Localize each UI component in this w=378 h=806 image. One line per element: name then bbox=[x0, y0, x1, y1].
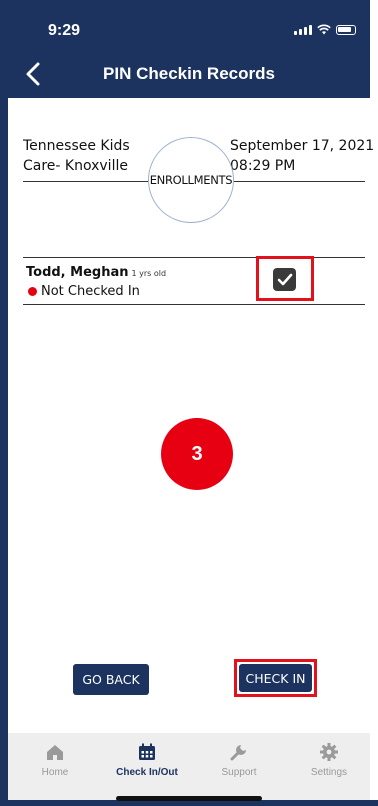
status-icons bbox=[294, 24, 356, 35]
row-bottom-divider bbox=[23, 304, 365, 305]
enrollments-circle[interactable]: ENROLLMENTS bbox=[148, 137, 234, 223]
tab-bar: Home Check In/Out Support Settings bbox=[8, 733, 370, 800]
enrollments-label: ENROLLMENTS bbox=[149, 173, 233, 187]
tab-home[interactable]: Home bbox=[20, 741, 90, 778]
check-in-button[interactable]: CHECK IN bbox=[239, 664, 312, 692]
checkmark-icon bbox=[277, 273, 292, 285]
wrench-icon bbox=[230, 745, 246, 761]
signal-icon bbox=[294, 25, 312, 35]
device-frame bbox=[0, 0, 378, 806]
home-icon bbox=[47, 745, 63, 760]
tab-settings[interactable]: Settings bbox=[294, 741, 364, 778]
date-time: September 17, 2021 08:29 PM bbox=[230, 136, 374, 176]
status-time: 9:29 bbox=[48, 22, 81, 39]
divider bbox=[233, 181, 365, 182]
center-name: Tennessee Kids Care- Knoxville bbox=[23, 136, 130, 176]
time-text: 08:29 PM bbox=[230, 158, 296, 174]
tab-label: Support bbox=[221, 767, 257, 778]
child-status-text: Not Checked In bbox=[41, 284, 140, 299]
divider bbox=[23, 181, 149, 182]
calendar-icon bbox=[139, 743, 155, 760]
home-indicator[interactable] bbox=[116, 796, 262, 801]
battery-icon bbox=[336, 25, 356, 35]
tab-support[interactable]: Support bbox=[204, 741, 274, 778]
tab-label: Settings bbox=[310, 767, 348, 778]
child-status: Not Checked In bbox=[28, 284, 140, 299]
child-name: Todd, Meghan 1 yrs old bbox=[26, 265, 166, 280]
status-dot-icon bbox=[28, 287, 37, 296]
step-badge: 3 bbox=[161, 418, 233, 490]
tab-check-in-out[interactable]: Check In/Out bbox=[112, 741, 182, 778]
page-title: PIN Checkin Records bbox=[103, 64, 275, 83]
center-name-line2: Care- Knoxville bbox=[23, 158, 128, 174]
nav-bar: PIN Checkin Records bbox=[8, 50, 370, 98]
center-name-line1: Tennessee Kids bbox=[23, 138, 130, 154]
child-age: 1 yrs old bbox=[131, 269, 167, 278]
tab-label: Home bbox=[41, 767, 69, 778]
gear-icon bbox=[320, 743, 338, 761]
tab-label: Check In/Out bbox=[116, 767, 178, 778]
status-bar: 9:29 bbox=[8, 0, 370, 50]
child-checkbox[interactable] bbox=[273, 268, 296, 291]
wifi-icon bbox=[317, 24, 331, 35]
child-name-text: Todd, Meghan bbox=[26, 265, 129, 280]
go-back-button[interactable]: GO BACK bbox=[73, 664, 149, 695]
date-text: September 17, 2021 bbox=[230, 138, 375, 154]
